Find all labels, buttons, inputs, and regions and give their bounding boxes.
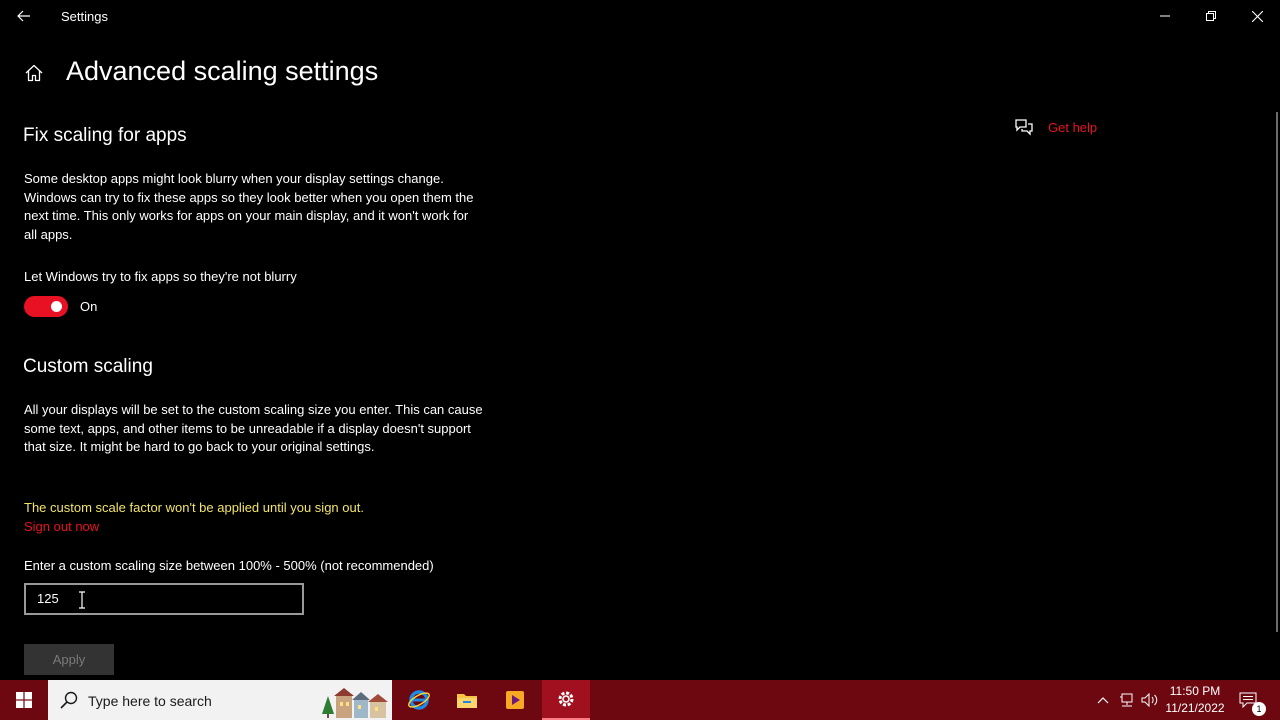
get-help-link[interactable]: Get help: [1014, 117, 1097, 137]
back-button[interactable]: [8, 4, 40, 28]
custom-scale-input-value: 125: [37, 591, 59, 606]
taskbar-media-button[interactable]: [491, 680, 539, 720]
toggle-knob: [51, 301, 62, 312]
windows-logo-icon: [16, 692, 32, 708]
home-button[interactable]: [22, 61, 46, 85]
minimize-button[interactable]: [1142, 0, 1188, 32]
text-cursor-icon: [79, 591, 85, 609]
taskbar-search-box[interactable]: Type here to search: [48, 680, 392, 720]
taskbar: Type here to search 11:50 PM 11/21/2022 …: [0, 680, 1280, 720]
show-hidden-icons-button[interactable]: [1093, 690, 1113, 710]
fix-apps-toggle[interactable]: [24, 296, 68, 317]
folder-icon: [457, 694, 477, 708]
volume-button[interactable]: [1140, 690, 1160, 710]
custom-scale-input[interactable]: 125: [24, 583, 304, 615]
network-icon: [1120, 693, 1133, 707]
media-player-icon: [506, 691, 524, 709]
gear-icon: [558, 691, 574, 707]
restore-icon: [1206, 11, 1216, 21]
sign-out-link[interactable]: Sign out now: [24, 519, 99, 534]
chat-help-icon: [1015, 119, 1033, 136]
page-title: Advanced scaling settings: [66, 56, 379, 86]
custom-scaling-description: All your displays will be set to the cus…: [24, 402, 483, 455]
scrollbar[interactable]: [1276, 112, 1278, 632]
get-help-label: Get help: [1048, 119, 1098, 135]
apply-button[interactable]: Apply: [24, 644, 114, 675]
notification-badge: 1: [1252, 702, 1266, 716]
sign-out-warning: The custom scale factor won't be applied…: [24, 500, 364, 515]
start-button[interactable]: [0, 680, 48, 720]
title-bar: Settings: [0, 0, 1280, 33]
taskbar-edge-button[interactable]: [395, 680, 443, 720]
search-highlight-illustration: [322, 688, 388, 718]
custom-scaling-heading: Custom scaling: [23, 356, 153, 377]
settings-window: Settings Advanced scaling settings Fix s…: [0, 0, 1280, 720]
minimize-icon: [1160, 15, 1170, 17]
custom-scale-input-label: Enter a custom scaling size between 100%…: [24, 558, 434, 573]
taskbar-clock[interactable]: 11:50 PM 11/21/2022: [1164, 683, 1226, 717]
clock-time: 11:50 PM: [1169, 684, 1221, 698]
close-button[interactable]: [1234, 0, 1280, 32]
close-icon: [1251, 10, 1263, 22]
search-icon: [60, 691, 78, 709]
taskbar-settings-button[interactable]: [542, 680, 590, 720]
fix-scaling-description: Some desktop apps might look blurry when…: [24, 171, 474, 242]
chevron-up-icon: [1097, 697, 1109, 704]
internet-explorer-icon: [408, 690, 430, 710]
toggle-state-label: On: [80, 299, 98, 314]
network-button[interactable]: [1117, 690, 1137, 710]
clock-date: 11/21/2022: [1165, 701, 1225, 715]
speaker-icon: [1141, 693, 1158, 707]
fix-apps-toggle-label: Let Windows try to fix apps so they're n…: [24, 269, 297, 284]
taskbar-file-explorer-button[interactable]: [443, 680, 491, 720]
search-placeholder: Type here to search: [88, 693, 212, 709]
home-icon: [25, 64, 43, 82]
back-arrow-icon: [17, 10, 30, 22]
app-title: Settings: [61, 9, 108, 24]
fix-scaling-heading: Fix scaling for apps: [23, 125, 187, 146]
restore-button[interactable]: [1188, 0, 1234, 32]
